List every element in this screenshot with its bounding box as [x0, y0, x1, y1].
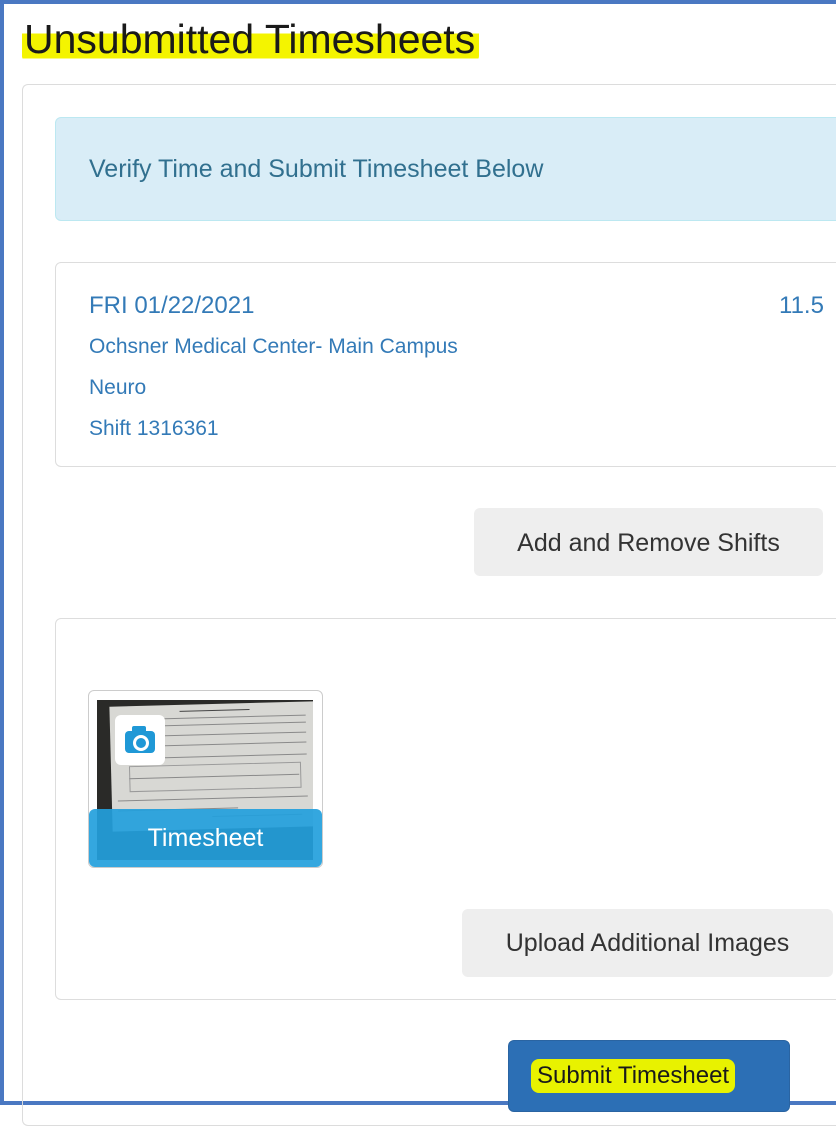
page-title: Unsubmitted Timesheets	[22, 16, 480, 62]
alert-message: Verify Time and Submit Timesheet Below	[89, 155, 544, 183]
shift-unit: Neuro	[89, 376, 147, 399]
shift-card[interactable]: FRI 01/22/2021 11.5 Ochsner Medical Cent…	[55, 262, 836, 467]
shift-facility: Ochsner Medical Center- Main Campus	[89, 335, 458, 358]
thumbnail-label[interactable]: Timesheet	[89, 809, 322, 867]
camera-icon[interactable]	[115, 715, 165, 765]
info-alert: Verify Time and Submit Timesheet Below	[55, 117, 836, 221]
shift-hours: 11.5	[779, 292, 824, 319]
shift-date: FRI 01/22/2021	[89, 292, 255, 319]
timesheet-image-thumbnail[interactable]: Timesheet	[88, 690, 323, 868]
submit-timesheet-button[interactable]: Submit Timesheet	[508, 1040, 790, 1112]
submit-button-label: Submit Timesheet	[531, 1059, 736, 1093]
upload-images-button[interactable]: Upload Additional Images	[462, 909, 833, 977]
shift-id: Shift 1316361	[89, 417, 219, 440]
add-remove-shifts-button[interactable]: Add and Remove Shifts	[474, 508, 823, 576]
